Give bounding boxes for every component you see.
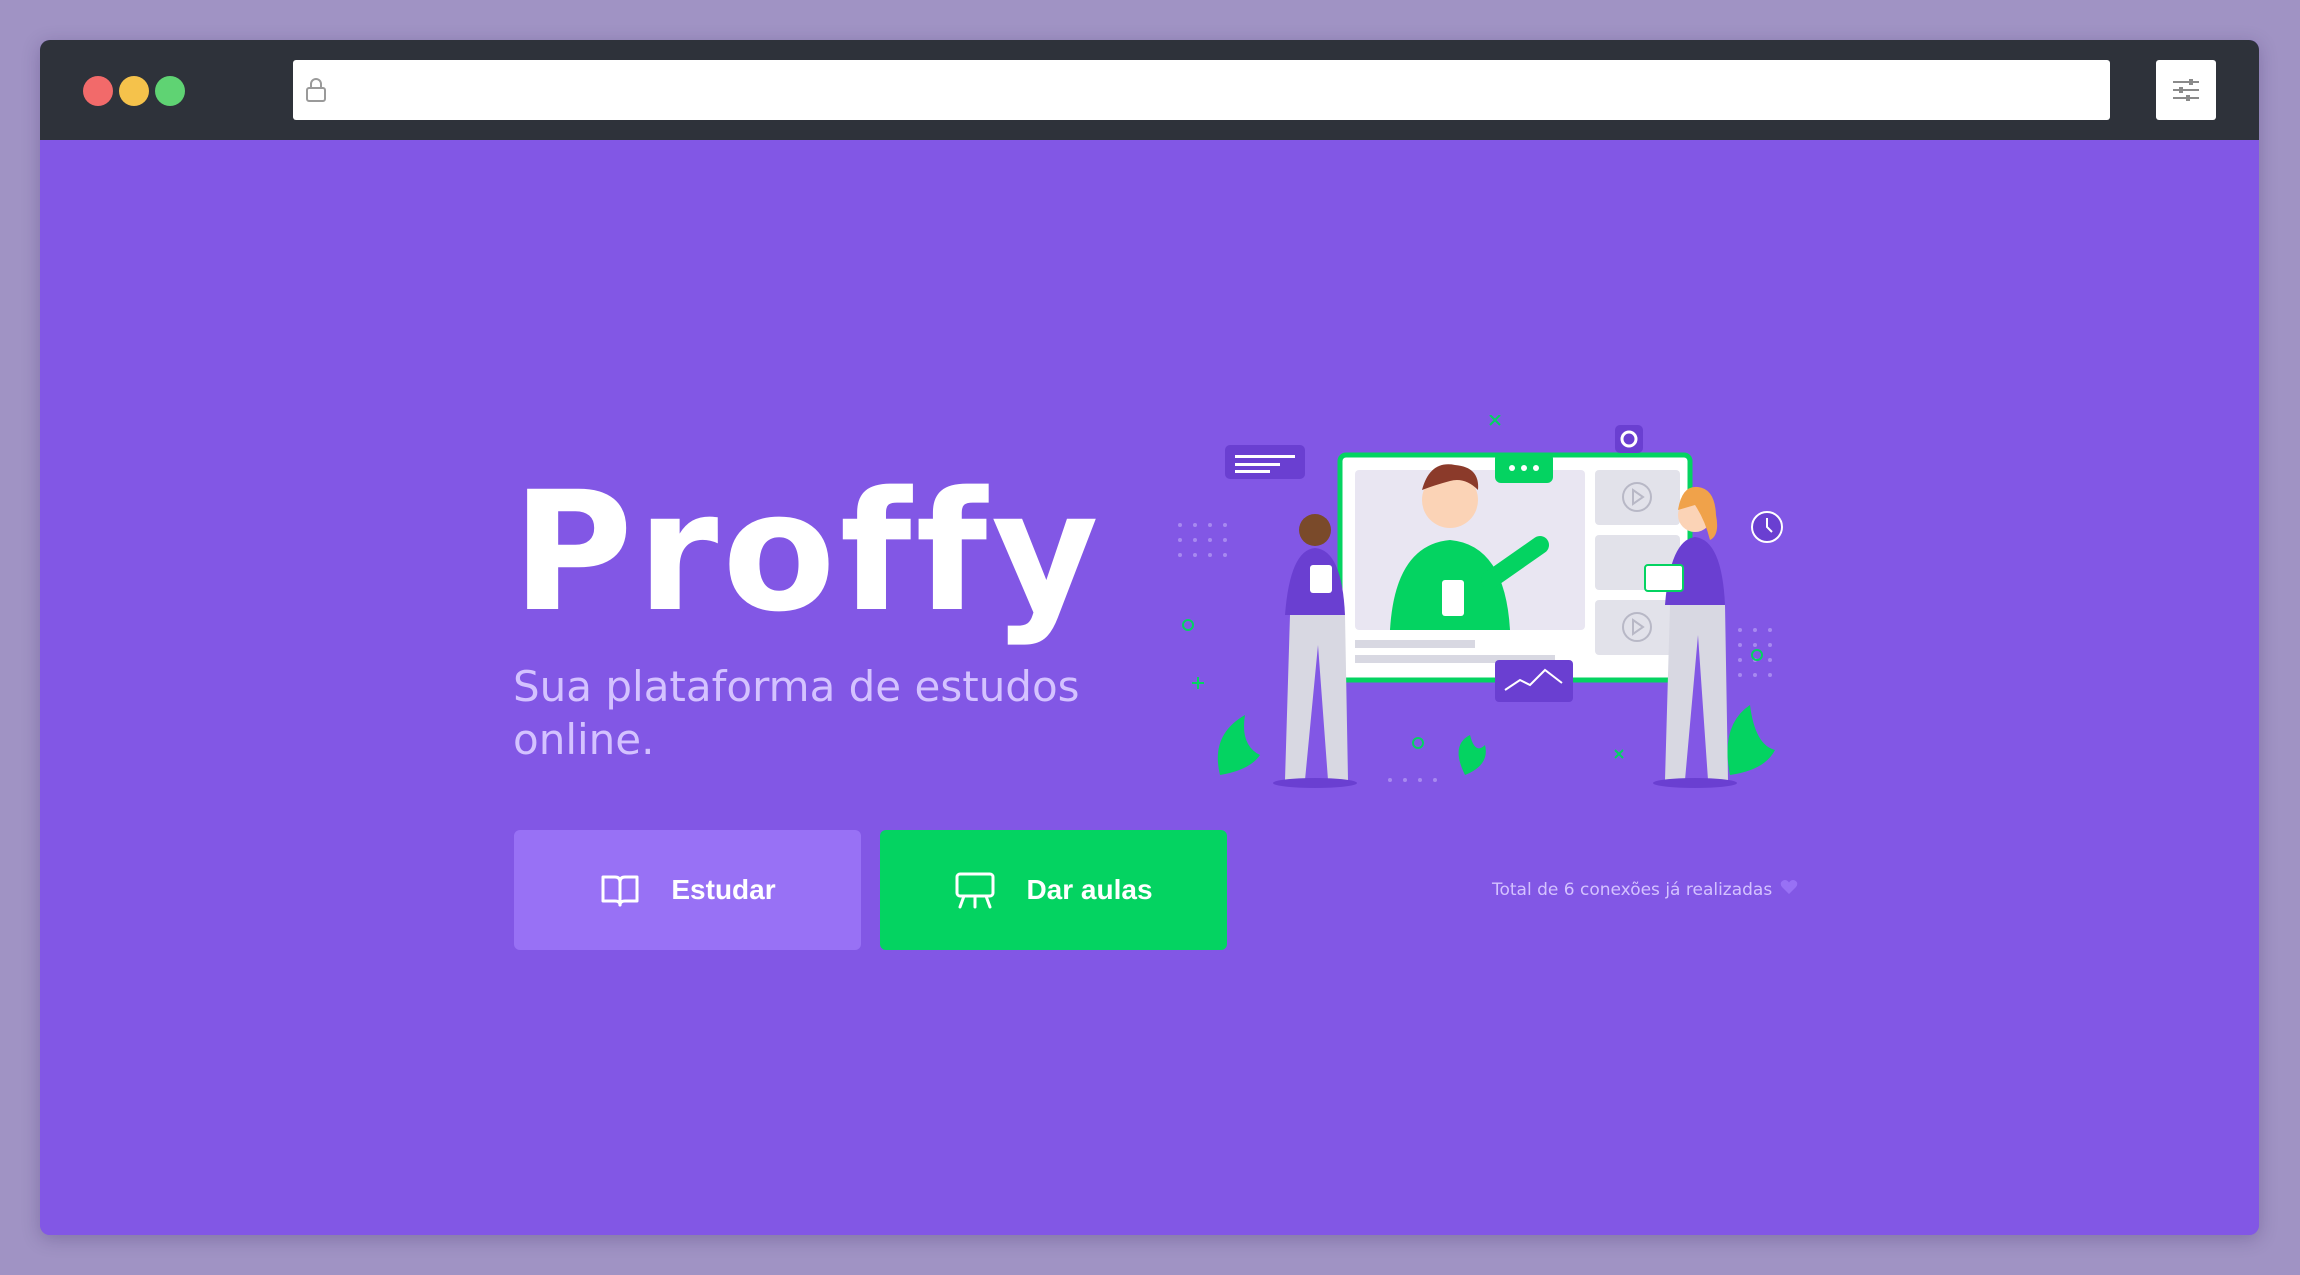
browser-titlebar [40,40,2259,140]
landing-page: Proffy Sua plataforma de estudos online. [40,140,2259,1235]
address-bar[interactable] [293,60,2110,120]
browser-window: Proffy Sua plataforma de estudos online. [40,40,2259,1235]
browser-menu-button[interactable] [2156,60,2216,120]
connections-text: Total de 6 conexões já realizadas [1492,879,1773,900]
landing-tagline: Sua plataforma de estudos online. [513,662,1080,764]
presentation-icon [954,869,996,911]
hero-illustration [1150,414,1800,840]
teach-button[interactable]: Dar aulas [880,830,1227,950]
lock-icon [305,77,327,108]
teach-button-label: Dar aulas [1026,874,1153,905]
connections-counter: Total de 6 conexões já realizadas [1492,879,1798,900]
maximize-window-button[interactable] [155,76,185,106]
minimize-window-button[interactable] [119,76,149,106]
close-window-button[interactable] [83,76,113,106]
proffy-logo: Proffy [512,456,1103,648]
heart-icon [1780,879,1798,900]
study-button-label: Estudar [671,874,776,905]
book-icon [599,869,641,911]
study-button[interactable]: Estudar [514,830,861,950]
